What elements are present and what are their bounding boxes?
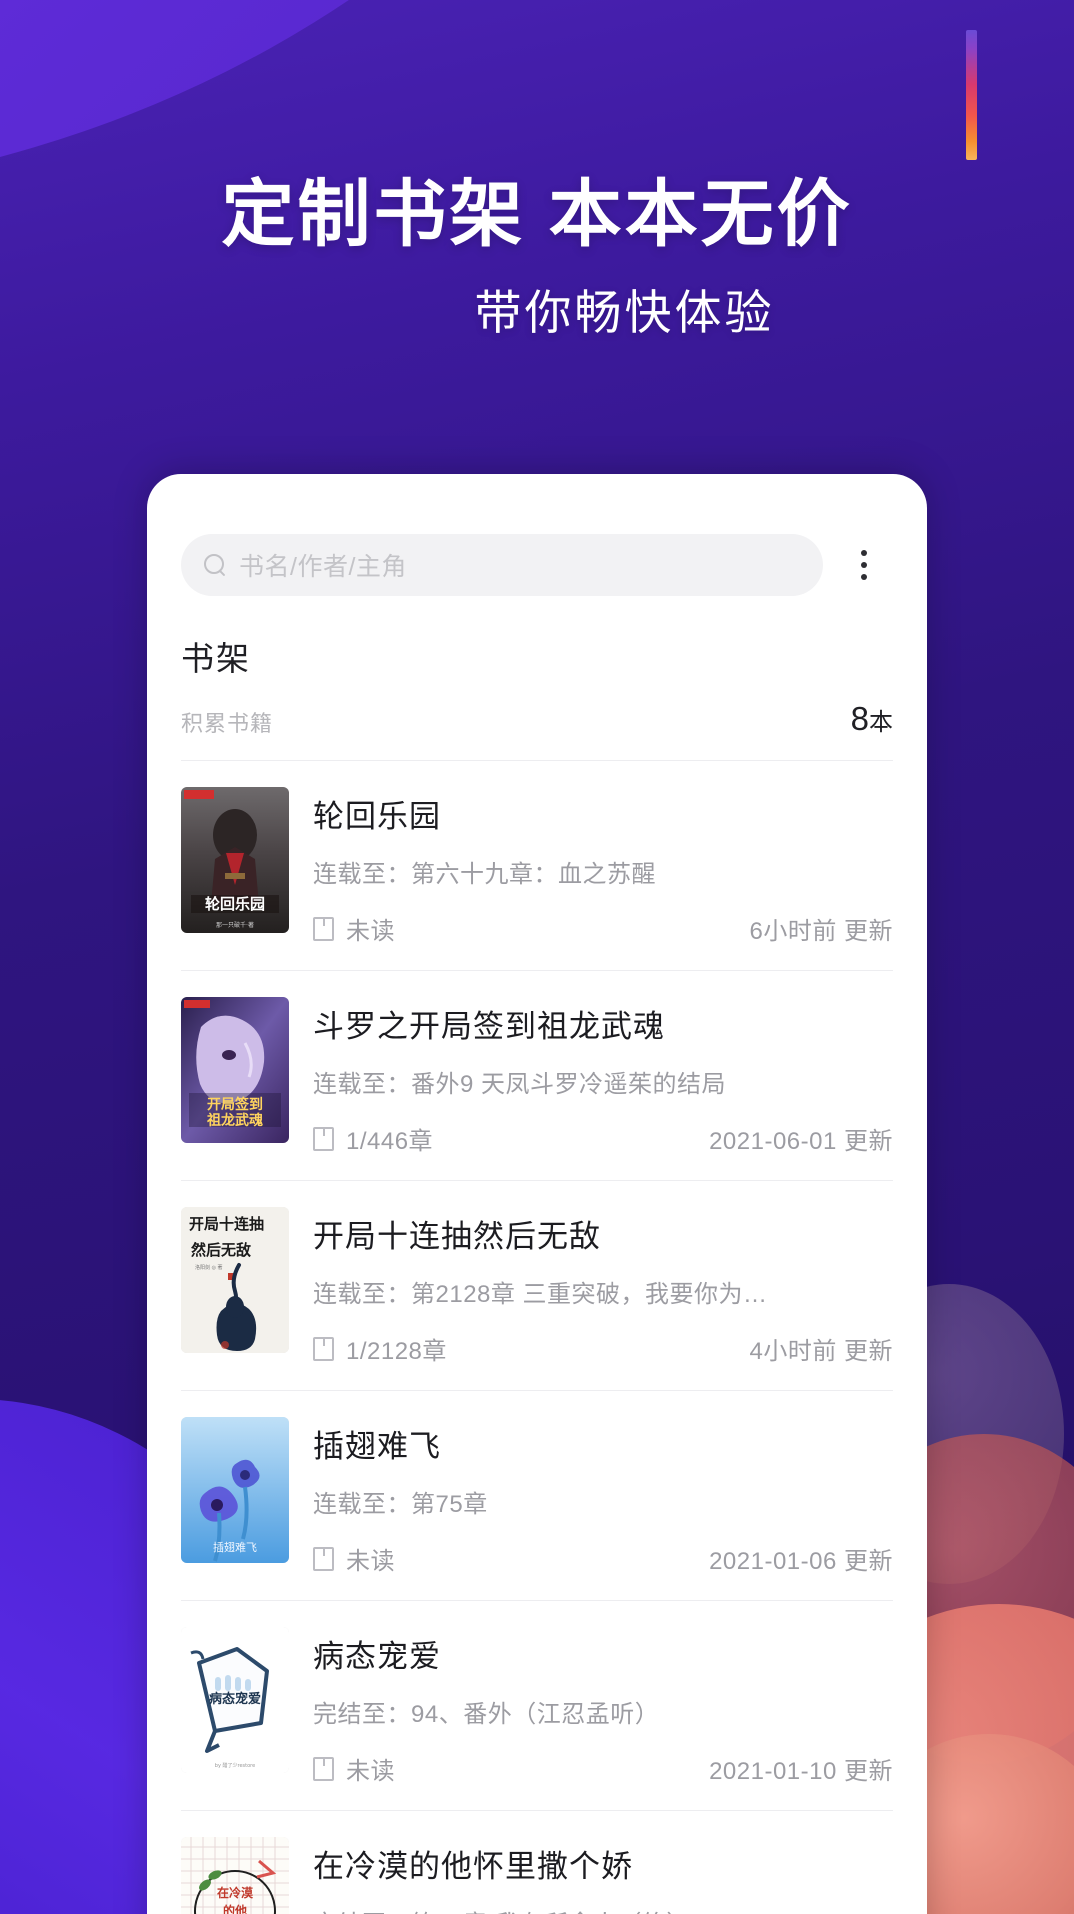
book-cover[interactable]: 病态宠爱 by 醋了少restore (181, 1627, 289, 1773)
page-title: 定制书架 本本无价 (221, 174, 853, 255)
book-icon (313, 1546, 334, 1571)
book-list-item[interactable]: 插翅难飞 插翅难飞 连载至：第75章 未读 2021-01-06 更新 (181, 1391, 893, 1601)
book-chapter: 连载至：第2128章 三重突破，我要你为… (313, 1281, 768, 1308)
book-status-group: 未读 (313, 1541, 395, 1576)
book-title: 斗罗之开局签到祖龙武魂 (313, 1009, 665, 1044)
book-chapter: 完结至：94、番外（江忍孟听） (313, 1701, 660, 1728)
svg-text:插翅难飞: 插翅难飞 (213, 1540, 257, 1554)
book-title: 插翅难飞 (313, 1429, 441, 1464)
book-list-item[interactable]: 开局签到 祖龙武魂 斗罗之开局签到祖龙武魂 连载至：番外9 天凤斗罗冷遥茱的结局 … (181, 971, 893, 1181)
book-icon (313, 1756, 334, 1781)
book-list-item[interactable]: 在冷漠的他怀里撒个娇 在冷漠的他怀里撒个娇 完结至：第93章 我有所念人（终） … (181, 1811, 893, 1914)
svg-text:那一只破千·著: 那一只破千·著 (216, 921, 254, 929)
kebab-menu-icon[interactable] (835, 536, 893, 594)
book-title: 在冷漠的他怀里撒个娇 (313, 1849, 633, 1884)
book-list: 轮回乐园那一只破千·著 轮回乐园 连载至：第六十九章：血之苏醒 未读 6小时前 … (147, 761, 927, 1914)
book-meta: 未读 2021-01-10 更新 (313, 1751, 893, 1786)
shelf-header: 书架 积累书籍 8本 (147, 596, 927, 761)
shelf-count: 8本 (851, 700, 893, 738)
svg-text:然后无敌: 然后无敌 (191, 1241, 251, 1259)
book-title: 开局十连抽然后无敌 (313, 1219, 601, 1254)
svg-text:在冷漠: 在冷漠 (217, 1885, 254, 1900)
svg-text:开局十连抽: 开局十连抽 (189, 1215, 264, 1233)
book-read-status: 1/2128章 (346, 1338, 447, 1365)
book-meta: 1/2128章 4小时前 更新 (313, 1331, 893, 1366)
book-cover[interactable]: 轮回乐园那一只破千·著 (181, 787, 289, 933)
shelf-count-unit: 本 (869, 709, 893, 736)
book-updated-time: 2021-06-01 更新 (709, 1128, 893, 1155)
book-icon (313, 916, 334, 941)
search-icon (203, 553, 227, 577)
shelf-count-value: 8 (850, 700, 869, 737)
book-chapter: 连载至：番外9 天凤斗罗冷遥茱的结局 (313, 1071, 727, 1098)
search-input[interactable]: 书名/作者/主角 (181, 534, 823, 596)
kebab-dot (861, 574, 867, 580)
decorative-blob-top-left (0, 0, 750, 200)
book-cover[interactable]: 开局十连抽然后无敌洛阳剑 ◎ 著 (181, 1207, 289, 1353)
book-updated-time: 2021-01-10 更新 (709, 1758, 893, 1785)
book-icon (313, 1126, 334, 1151)
book-status-group: 未读 (313, 911, 395, 946)
book-read-status: 未读 (346, 1758, 395, 1785)
book-meta: 未读 2021-01-06 更新 (313, 1541, 893, 1576)
book-status-group: 未读 (313, 1751, 395, 1786)
book-info: 开局十连抽然后无敌 连载至：第2128章 三重突破，我要你为… 1/2128章 … (313, 1207, 893, 1366)
book-updated-time: 6小时前 更新 (749, 918, 893, 945)
book-status-group: 1/446章 (313, 1121, 433, 1156)
search-placeholder: 书名/作者/主角 (239, 553, 407, 581)
book-chapter: 连载至：第75章 (313, 1491, 488, 1518)
book-info: 插翅难飞 连载至：第75章 未读 2021-01-06 更新 (313, 1417, 893, 1576)
book-status-group: 1/2128章 (313, 1331, 447, 1366)
book-title: 轮回乐园 (313, 799, 441, 834)
book-info: 在冷漠的他怀里撒个娇 完结至：第93章 我有所念人（终） 未读 2020-12-… (313, 1837, 893, 1914)
book-list-item[interactable]: 轮回乐园那一只破千·著 轮回乐园 连载至：第六十九章：血之苏醒 未读 6小时前 … (181, 761, 893, 971)
app-top-bar: 书名/作者/主角 (147, 474, 927, 596)
book-updated-time: 2021-01-06 更新 (709, 1548, 893, 1575)
svg-text:by 醋了少restore: by 醋了少restore (215, 1762, 255, 1769)
kebab-dot (861, 550, 867, 556)
page-subtitle: 带你畅快体验 (474, 286, 775, 339)
book-title: 病态宠爱 (313, 1639, 441, 1674)
book-read-status: 未读 (346, 918, 395, 945)
book-icon (313, 1336, 334, 1361)
gradient-accent-bar (966, 30, 977, 160)
shelf-summary-row: 积累书籍 8本 (181, 700, 893, 761)
svg-text:洛阳剑 ◎ 著: 洛阳剑 ◎ 著 (195, 1264, 223, 1271)
book-info: 病态宠爱 完结至：94、番外（江忍孟听） 未读 2021-01-10 更新 (313, 1627, 893, 1786)
book-read-status: 未读 (346, 1548, 395, 1575)
book-info: 斗罗之开局签到祖龙武魂 连载至：番外9 天凤斗罗冷遥茱的结局 1/446章 20… (313, 997, 893, 1156)
svg-text:开局签到: 开局签到 (207, 1096, 263, 1113)
book-read-status: 1/446章 (346, 1128, 434, 1155)
book-cover[interactable]: 插翅难飞 (181, 1417, 289, 1563)
shelf-title: 书架 (181, 640, 251, 677)
svg-text:祖龙武魂: 祖龙武魂 (206, 1112, 263, 1129)
book-cover[interactable]: 开局签到 祖龙武魂 (181, 997, 289, 1143)
book-updated-time: 4小时前 更新 (749, 1338, 893, 1365)
book-list-item[interactable]: 开局十连抽 然后无敌 洛阳剑 ◎ 著 开局十连抽然后无敌 连载至：第2128章 三重… (181, 1181, 893, 1391)
svg-text:的他: 的他 (223, 1903, 247, 1914)
book-chapter: 连载至：第六十九章：血之苏醒 (313, 861, 656, 888)
book-info: 轮回乐园 连载至：第六十九章：血之苏醒 未读 6小时前 更新 (313, 787, 893, 946)
book-meta: 1/446章 2021-06-01 更新 (313, 1121, 893, 1156)
book-cover[interactable]: 在冷漠的他怀里撒个娇 (181, 1837, 289, 1914)
promo-poster: 定制书架 本本无价 带你畅快体验 书名/作者/主角 书架 积累书籍 8本 轮回乐… (0, 0, 1074, 1914)
app-screen-card: 书名/作者/主角 书架 积累书籍 8本 轮回乐园那一只破千·著 轮回乐园 连载至… (147, 474, 927, 1914)
shelf-subtitle: 积累书籍 (181, 711, 274, 736)
book-list-item[interactable]: 病态宠爱 by 醋了少restore 病态宠爱 完结至：94、番外（江忍孟听） 未… (181, 1601, 893, 1811)
svg-text:病态宠爱: 病态宠爱 (209, 1691, 261, 1707)
svg-text:轮回乐园: 轮回乐园 (205, 895, 265, 913)
book-meta: 未读 6小时前 更新 (313, 911, 893, 946)
kebab-dot (861, 562, 867, 568)
book-chapter: 完结至：第93章 我有所念人（终） (313, 1904, 893, 1914)
